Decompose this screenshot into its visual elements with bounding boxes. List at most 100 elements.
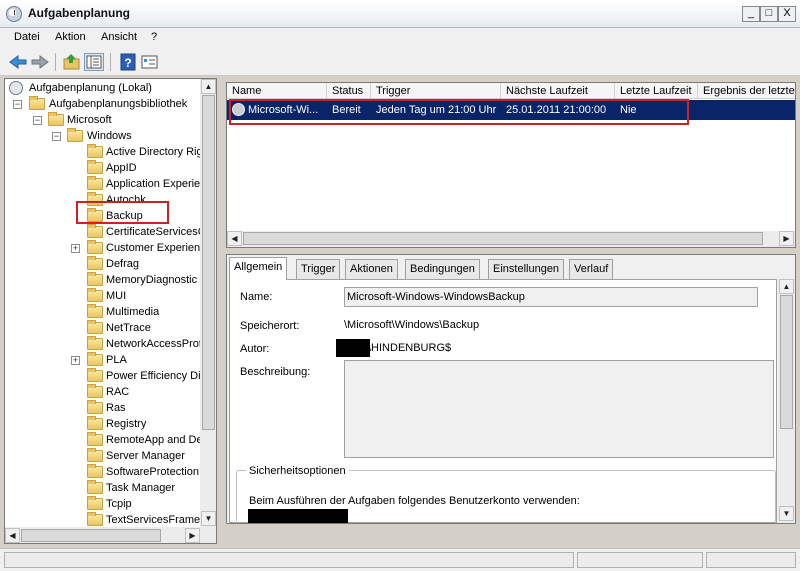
folder-icon xyxy=(87,400,103,414)
tree-pane[interactable]: Aufgabenplanung (Lokal) − Aufgabenplanun… xyxy=(4,78,217,544)
folder-icon xyxy=(87,496,103,510)
folder-icon xyxy=(48,112,64,126)
maximize-button[interactable]: □ xyxy=(760,6,778,22)
menu-ansicht[interactable]: Ansicht xyxy=(101,31,137,43)
column-header-last-run[interactable]: Letzte Laufzeit xyxy=(615,83,698,99)
task-highlight-box xyxy=(229,99,689,125)
scroll-down-button[interactable]: ▼ xyxy=(779,506,794,521)
tree-label: Tcpip xyxy=(106,498,132,510)
help-icon[interactable]: ? xyxy=(118,53,138,71)
back-arrow-icon[interactable] xyxy=(8,53,28,71)
tree-label: Power Efficiency Dia xyxy=(106,370,207,382)
scroll-up-button[interactable]: ▲ xyxy=(779,279,794,294)
folder-icon xyxy=(87,320,103,334)
folder-icon xyxy=(87,272,103,286)
list-horizontal-scrollbar[interactable]: ◀ ▶ xyxy=(227,231,795,247)
folder-icon xyxy=(87,352,103,366)
folder-icon xyxy=(87,432,103,446)
backup-highlight-box xyxy=(76,201,169,224)
tree-label: PLA xyxy=(106,354,127,366)
tree-horizontal-scrollbar[interactable]: ◀ ▶ xyxy=(5,527,216,543)
tab-aktionen[interactable]: Aktionen xyxy=(345,259,398,279)
tree-label: TextServicesFrame xyxy=(106,514,201,526)
properties-icon[interactable] xyxy=(140,53,160,71)
up-folder-icon[interactable] xyxy=(62,53,82,71)
name-label: Name: xyxy=(240,291,273,303)
status-segment xyxy=(577,552,703,568)
column-header-trigger[interactable]: Trigger xyxy=(371,83,501,99)
tree-label: SoftwareProtection xyxy=(106,466,199,478)
close-button[interactable]: X xyxy=(778,6,796,22)
folder-icon xyxy=(87,288,103,302)
folder-icon xyxy=(87,464,103,478)
folder-icon xyxy=(67,128,83,142)
tree-label: RAC xyxy=(106,386,130,398)
collapse-icon[interactable]: − xyxy=(33,116,42,125)
task-list-header: Name Status Trigger Nächste Laufzeit Let… xyxy=(227,83,795,99)
scroll-thumb[interactable] xyxy=(243,232,763,245)
scroll-thumb[interactable] xyxy=(21,529,161,542)
scroll-right-button[interactable]: ▶ xyxy=(185,528,200,543)
tree-label: AppID xyxy=(106,162,137,174)
scroll-thumb[interactable] xyxy=(202,95,215,430)
redaction-box xyxy=(248,509,348,523)
tab-allgemein[interactable]: Allgemein xyxy=(229,257,288,280)
minimize-button[interactable]: _ xyxy=(742,6,760,22)
tree-label: Aufgabenplanung (Lokal) xyxy=(29,82,152,94)
folder-icon xyxy=(87,368,103,382)
tree-label: Multimedia xyxy=(106,306,160,318)
tree-label: Customer Experienc xyxy=(106,242,206,254)
tree-label: Task Manager xyxy=(106,482,176,494)
expand-icon[interactable]: + xyxy=(71,244,80,253)
description-label: Beschreibung: xyxy=(240,366,311,378)
security-legend: Sicherheitsoptionen xyxy=(246,465,349,477)
tree-label: Aufgabenplanungsbibliothek xyxy=(49,98,188,110)
collapse-icon[interactable]: − xyxy=(52,132,61,141)
tree-label: RemoteApp and De xyxy=(106,434,203,446)
column-header-name[interactable]: Name xyxy=(227,83,327,99)
scroll-up-button[interactable]: ▲ xyxy=(201,79,216,94)
task-list[interactable]: Name Status Trigger Nächste Laufzeit Let… xyxy=(226,82,796,248)
tab-bedingungen[interactable]: Bedingungen xyxy=(405,259,480,279)
folder-icon xyxy=(87,480,103,494)
task-details: Allgemein Trigger Aktionen Bedingungen E… xyxy=(226,254,796,524)
toolbar-separator xyxy=(55,53,56,71)
collapse-icon[interactable]: − xyxy=(13,100,22,109)
name-field[interactable]: Microsoft-Windows-WindowsBackup xyxy=(344,287,758,307)
menu-datei[interactable]: Datei xyxy=(14,31,40,43)
tree-label: Registry xyxy=(106,418,147,430)
svg-text:?: ? xyxy=(124,56,131,70)
tree-label: Defrag xyxy=(106,258,140,270)
title-bar[interactable]: Aufgabenplanung _ □ X xyxy=(0,0,800,28)
menu-help[interactable]: ? xyxy=(151,31,157,43)
expand-icon[interactable]: + xyxy=(71,356,80,365)
scroll-left-button[interactable]: ◀ xyxy=(227,231,242,246)
clock-icon xyxy=(9,81,23,95)
tab-panel-allgemein: Name: Microsoft-Windows-WindowsBackup Sp… xyxy=(229,279,777,523)
scroll-down-button[interactable]: ▼ xyxy=(201,511,216,526)
forward-arrow-icon[interactable] xyxy=(30,53,50,71)
description-field[interactable] xyxy=(344,360,774,458)
tab-einstellungen[interactable]: Einstellungen xyxy=(488,259,565,279)
tree-label: Windows xyxy=(87,130,132,142)
column-header-status[interactable]: Status xyxy=(327,83,371,99)
show-hide-tree-icon[interactable] xyxy=(84,53,104,71)
scroll-left-button[interactable]: ◀ xyxy=(5,528,20,543)
folder-icon xyxy=(87,512,103,526)
window-title: Aufgabenplanung xyxy=(28,6,130,20)
toolbar: ? xyxy=(0,48,800,76)
folder-icon xyxy=(87,336,103,350)
tree-label: Microsoft xyxy=(67,114,112,126)
tab-verlauf[interactable]: Verlauf xyxy=(569,259,614,279)
tree-vertical-scrollbar[interactable]: ▲ ▼ xyxy=(200,79,216,527)
menu-aktion[interactable]: Aktion xyxy=(55,31,86,43)
tab-trigger[interactable]: Trigger xyxy=(296,259,341,279)
menu-bar: Datei Aktion Ansicht ? xyxy=(0,28,800,48)
scroll-thumb[interactable] xyxy=(780,295,793,429)
tree-label: MemoryDiagnostic xyxy=(106,274,198,286)
column-header-last-result[interactable]: Ergebnis der letzte xyxy=(698,83,795,99)
author-value: \HINDENBURG$ xyxy=(368,342,452,354)
details-vertical-scrollbar[interactable]: ▲ ▼ xyxy=(778,279,795,523)
column-header-next-run[interactable]: Nächste Laufzeit xyxy=(501,83,615,99)
scroll-right-button[interactable]: ▶ xyxy=(779,231,794,246)
